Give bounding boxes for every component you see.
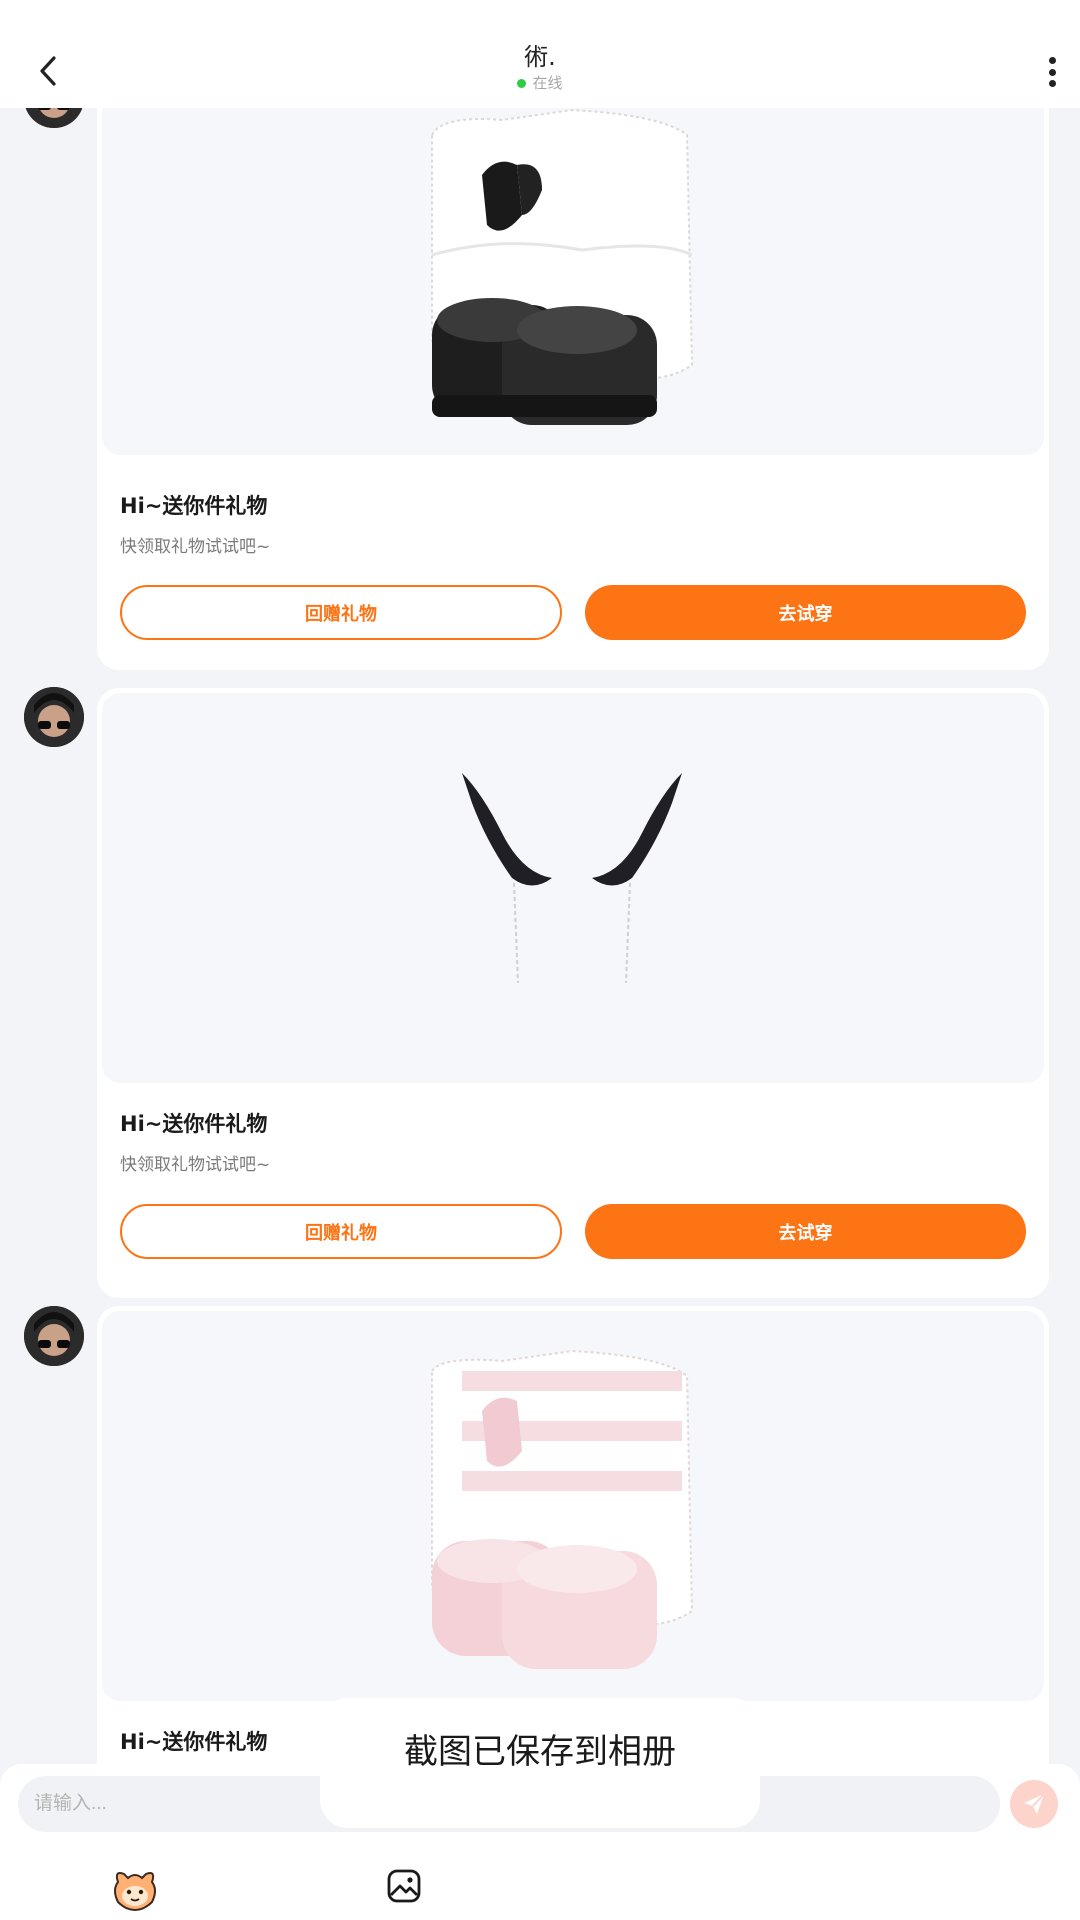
return-gift-button[interactable]: 回赠礼物 — [120, 1204, 562, 1259]
gift-title: Hi~送你件礼物 — [120, 494, 268, 518]
pink-boots-image — [431, 1349, 694, 1669]
avatar[interactable] — [24, 1306, 84, 1366]
gift-title: Hi~送你件礼物 — [120, 1730, 268, 1754]
contact-name: 術. — [524, 43, 556, 71]
chat-header: 術. 在线 — [0, 0, 1080, 108]
image-picker-button[interactable] — [386, 1868, 426, 1908]
online-status: 在线 — [517, 72, 563, 94]
mascot-button[interactable] — [110, 1868, 160, 1912]
gift-card: Hi~送你件礼物 快领取礼物试试吧~ 回赠礼物 去试穿 — [97, 688, 1049, 1298]
gift-image[interactable] — [102, 1311, 1044, 1701]
more-button[interactable] — [1042, 52, 1062, 92]
mascot-icon — [114, 1872, 156, 1912]
watermark — [427, 165, 747, 305]
toast: 截图已保存到相册 — [320, 1698, 760, 1828]
horns-image — [462, 773, 682, 984]
try-on-button[interactable]: 去试穿 — [585, 1204, 1026, 1259]
send-icon — [1024, 1793, 1045, 1814]
gift-card-footer: Hi~送你件礼物 快领取礼物试试吧~ 回赠礼物 去试穿 — [97, 460, 1049, 670]
online-status-label: 在线 — [532, 74, 563, 92]
online-dot — [517, 78, 527, 88]
avatar-image — [24, 687, 84, 747]
header-center: 術. 在线 — [0, 42, 1080, 94]
return-gift-button[interactable]: 回赠礼物 — [120, 585, 562, 640]
try-on-button[interactable]: 去试穿 — [585, 585, 1026, 640]
gift-title: Hi~送你件礼物 — [120, 1112, 268, 1136]
more-icon — [1048, 57, 1056, 64]
gift-subtitle: 快领取礼物试试吧~ — [120, 537, 271, 557]
image-icon — [387, 1869, 421, 1903]
avatar-image — [24, 1306, 84, 1366]
gift-image[interactable] — [102, 693, 1044, 1083]
gift-subtitle: 快领取礼物试试吧~ — [120, 1155, 271, 1175]
gift-image[interactable] — [102, 65, 1044, 455]
send-button[interactable] — [1010, 1780, 1058, 1828]
avatar[interactable] — [24, 687, 84, 747]
